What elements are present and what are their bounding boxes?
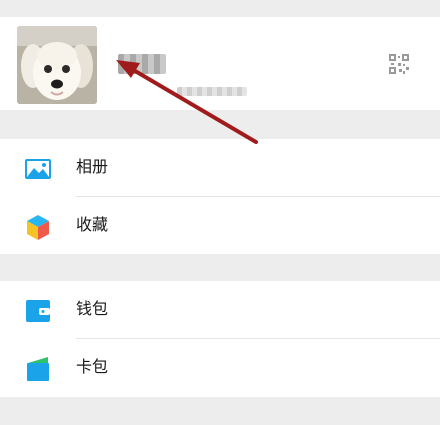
menu-item-label: 收藏	[76, 215, 109, 234]
menu-item-album[interactable]: 相册	[0, 139, 440, 196]
card-pack-icon	[27, 357, 49, 381]
section-gap	[0, 254, 440, 281]
avatar[interactable]	[17, 26, 97, 104]
menu-group-1: 相册 收藏	[0, 139, 440, 254]
album-icon	[25, 159, 51, 179]
bottom-spacer	[0, 397, 440, 425]
section-gap	[0, 110, 440, 139]
menu-group-2: 钱包 卡包	[0, 281, 440, 397]
menu-item-label: 卡包	[76, 357, 109, 376]
qr-code-icon[interactable]	[389, 54, 409, 74]
menu-item-label: 相册	[76, 157, 109, 176]
username-redacted	[118, 54, 166, 74]
menu-item-card-pack[interactable]: 卡包	[0, 339, 440, 396]
profile-card[interactable]	[0, 17, 440, 110]
user-id-redacted	[177, 87, 247, 96]
wallet-icon	[26, 300, 50, 322]
menu-item-label: 钱包	[76, 299, 109, 318]
menu-item-favorites[interactable]: 收藏	[0, 197, 440, 254]
puppy-photo	[17, 26, 97, 104]
menu-item-wallet[interactable]: 钱包	[0, 281, 440, 338]
top-spacer	[0, 0, 440, 17]
favorites-icon	[27, 215, 49, 240]
